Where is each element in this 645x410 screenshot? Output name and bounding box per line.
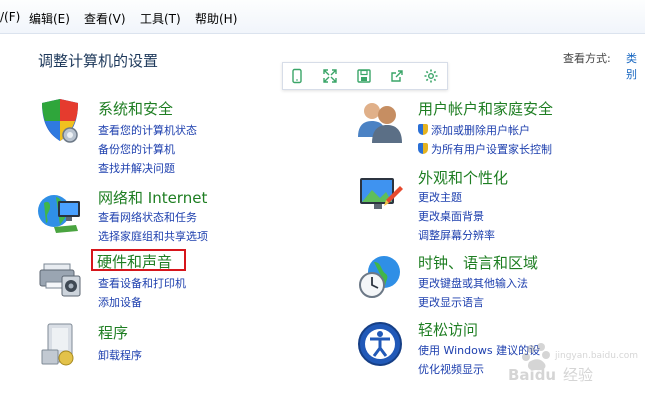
printer-icon[interactable] (36, 252, 84, 300)
category-title-appearance[interactable]: 外观和个性化 (418, 167, 508, 188)
link-network-status[interactable]: 查看网络状态和任务 (98, 209, 197, 225)
category-title-clock[interactable]: 时钟、语言和区域 (418, 252, 538, 273)
link-display-language[interactable]: 更改显示语言 (418, 294, 484, 310)
link-troubleshoot[interactable]: 查找并解决问题 (98, 160, 175, 176)
link-backup[interactable]: 备份您的计算机 (98, 141, 175, 157)
link-change-theme[interactable]: 更改主题 (418, 189, 462, 205)
clock-globe-icon[interactable] (356, 252, 404, 300)
programs-icon[interactable] (36, 320, 84, 368)
shield-icon[interactable] (36, 97, 84, 145)
link-parental-controls[interactable]: 为所有用户设置家长控制 (418, 141, 552, 157)
link-text: 为所有用户设置家长控制 (431, 143, 552, 156)
phone-icon[interactable] (289, 68, 305, 84)
menu-bar: /(F) 编辑(E) 查看(V) 工具(T) 帮助(H) (0, 0, 645, 34)
uac-shield-icon (418, 124, 428, 135)
svg-text:jingyan.baidu.com: jingyan.baidu.com (554, 351, 638, 361)
link-homegroup[interactable]: 选择家庭组和共享选项 (98, 228, 208, 244)
view-by-dropdown[interactable]: 类别 (626, 50, 645, 82)
share-icon[interactable] (389, 68, 405, 84)
link-add-device[interactable]: 添加设备 (98, 294, 142, 310)
menu-file[interactable]: /(F) (0, 10, 20, 24)
category-title-users[interactable]: 用户帐户和家庭安全 (418, 98, 553, 119)
link-change-keyboard[interactable]: 更改键盘或其他输入法 (418, 275, 528, 291)
expand-icon[interactable] (322, 68, 338, 84)
link-desktop-background[interactable]: 更改桌面背景 (418, 208, 484, 224)
ease-of-access-icon[interactable] (356, 320, 404, 368)
save-icon[interactable] (356, 68, 372, 84)
gear-icon[interactable] (423, 68, 439, 84)
category-title-network[interactable]: 网络和 Internet (98, 187, 207, 208)
floating-toolbar (282, 62, 448, 90)
baidu-watermark: Baidu 经验 jingyan.baidu.com (505, 340, 641, 384)
menu-help[interactable]: 帮助(H) (195, 10, 237, 27)
link-optimize-display[interactable]: 优化视频显示 (418, 361, 484, 377)
category-title-access[interactable]: 轻松访问 (418, 319, 478, 340)
network-globe-icon[interactable] (36, 187, 84, 235)
link-text: 添加或删除用户帐户 (431, 124, 530, 137)
view-by-label: 查看方式: (563, 52, 611, 65)
link-screen-resolution[interactable]: 调整屏幕分辨率 (418, 227, 495, 243)
link-uninstall[interactable]: 卸载程序 (98, 347, 142, 363)
menu-tools[interactable]: 工具(T) (140, 10, 181, 27)
menu-view[interactable]: 查看(V) (84, 10, 126, 27)
uac-shield-icon (418, 143, 428, 154)
link-add-remove-users[interactable]: 添加或删除用户帐户 (418, 122, 530, 138)
users-icon[interactable] (356, 97, 404, 145)
svg-text:Baidu: Baidu (508, 366, 556, 384)
category-title-programs[interactable]: 程序 (98, 322, 128, 343)
appearance-icon[interactable] (356, 170, 404, 218)
link-devices-printers[interactable]: 查看设备和打印机 (98, 275, 186, 291)
svg-text:经验: 经验 (563, 366, 593, 384)
menu-edit[interactable]: 编辑(E) (29, 10, 70, 27)
link-view-status[interactable]: 查看您的计算机状态 (98, 122, 197, 138)
page-title: 调整计算机的设置 (38, 52, 159, 70)
category-title-system[interactable]: 系统和安全 (98, 98, 173, 119)
category-title-hardware[interactable]: 硬件和声音 (97, 251, 172, 272)
